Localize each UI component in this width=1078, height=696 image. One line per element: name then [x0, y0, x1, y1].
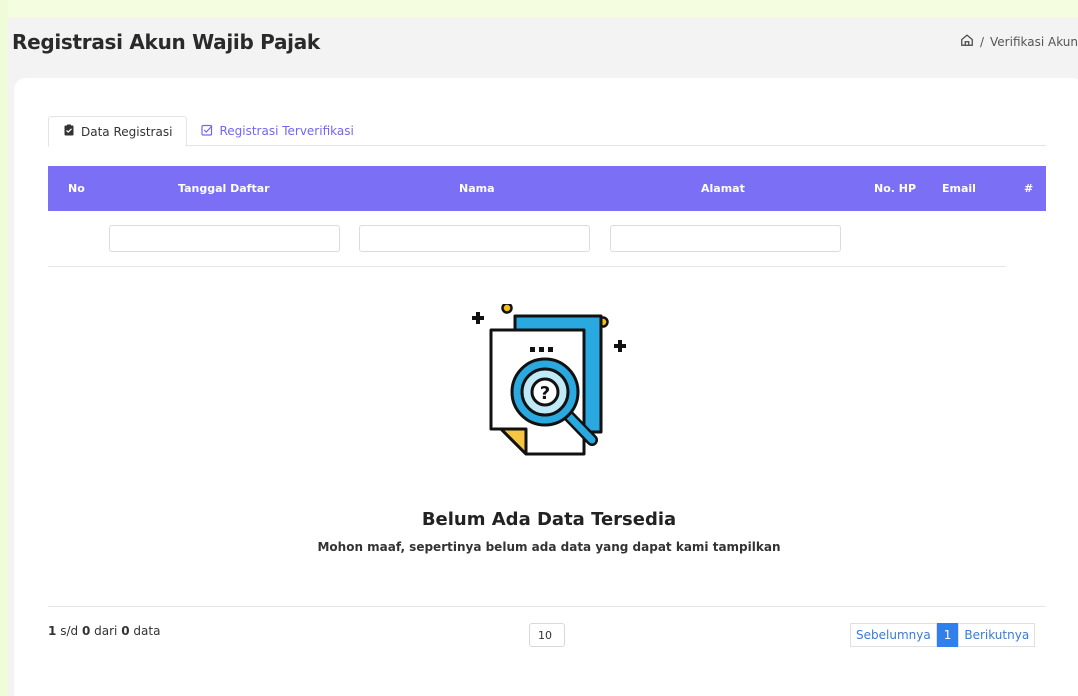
svg-text:?: ?	[540, 383, 550, 404]
footer-divider	[48, 606, 1046, 607]
tab-label: Data Registrasi	[81, 124, 173, 139]
next-page-button[interactable]: Berikutnya	[958, 623, 1036, 647]
pager-total: 0	[121, 624, 130, 638]
table-header: No Tanggal Daftar Nama Alamat No. HP Ema…	[48, 166, 1046, 211]
filter-alamat-input[interactable]	[610, 225, 841, 252]
col-no[interactable]: No	[68, 166, 85, 211]
col-nama[interactable]: Nama	[459, 166, 495, 211]
page-size-select[interactable]: 10	[529, 623, 565, 647]
pager-data: data	[133, 624, 161, 638]
pager-to: 0	[81, 624, 91, 638]
main-card: Data Registrasi Registrasi Terverifikasi…	[14, 78, 1078, 696]
page-content: Registrasi Akun Wajib Pajak / Verifikasi…	[8, 18, 1078, 696]
breadcrumb-separator: /	[979, 34, 985, 49]
pager-info: 1 s/d 0 dari 0 data	[48, 624, 160, 638]
col-alamat[interactable]: Alamat	[701, 166, 745, 211]
pager-dari: dari	[94, 624, 118, 638]
home-icon[interactable]	[960, 33, 974, 50]
col-tanggal-daftar[interactable]: Tanggal Daftar	[178, 166, 270, 211]
clipboard-icon	[63, 124, 75, 139]
empty-state-subtitle: Mohon maaf, sepertinya belum ada data ya…	[317, 540, 781, 554]
tab-label: Registrasi Terverifikasi	[219, 124, 354, 138]
left-strip	[0, 0, 8, 696]
check-square-icon	[201, 124, 213, 139]
filter-tanggal-daftar-input[interactable]	[109, 225, 340, 252]
filter-row	[48, 225, 1006, 267]
pagination: Sebelumnya 1 Berikutnya	[850, 623, 1036, 647]
tab-data-registrasi[interactable]: Data Registrasi	[48, 116, 188, 147]
top-strip	[0, 0, 1078, 18]
col-no-hp[interactable]: No. HP	[874, 166, 916, 211]
page-1-button[interactable]: 1	[936, 623, 959, 647]
pager-sd: s/d	[60, 624, 79, 638]
page-title: Registrasi Akun Wajib Pajak	[12, 30, 320, 54]
search-document-icon: ?	[464, 302, 634, 484]
breadcrumb-current: Verifikasi Akun	[990, 34, 1078, 49]
pager-from: 1	[48, 624, 57, 638]
breadcrumb: / Verifikasi Akun	[960, 33, 1078, 50]
col-email[interactable]: Email	[942, 166, 976, 211]
tab-registrasi-terverifikasi[interactable]: Registrasi Terverifikasi	[187, 116, 367, 146]
prev-page-button[interactable]: Sebelumnya	[850, 623, 937, 647]
filter-nama-input[interactable]	[359, 225, 590, 252]
empty-state-title: Belum Ada Data Tersedia	[421, 509, 677, 530]
tab-bar: Data Registrasi Registrasi Terverifikasi	[48, 116, 1046, 147]
col-action: #	[1024, 182, 1034, 195]
